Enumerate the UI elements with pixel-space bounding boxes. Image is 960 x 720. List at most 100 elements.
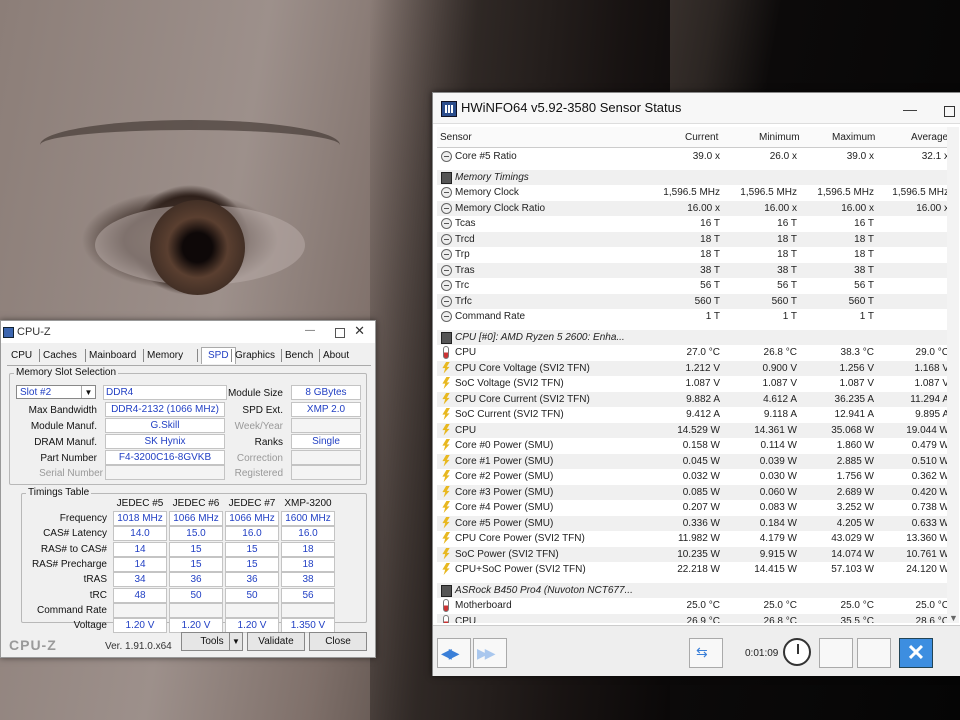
tab-bench[interactable]: Bench bbox=[285, 350, 313, 361]
serial-number bbox=[105, 465, 225, 480]
sensor-row[interactable]: Tcas 16 T 16 T 16 T bbox=[437, 216, 955, 231]
sensor-row[interactable]: Command Rate 1 T 1 T 1 T bbox=[437, 309, 955, 324]
tab-separator bbox=[319, 349, 320, 362]
sensor-label: CPU [#0]: AMD Ryzen 5 2600: Enha... bbox=[455, 331, 625, 343]
clock-icon bbox=[441, 202, 452, 214]
maximum-value: 36.235 A bbox=[834, 393, 874, 405]
sensor-label: Command Rate bbox=[455, 311, 526, 322]
maximum-value: 1,596.5 MHz bbox=[817, 187, 874, 198]
close-button[interactable]: Close bbox=[309, 632, 367, 651]
bolt-icon bbox=[442, 408, 450, 420]
sensor-row[interactable]: CPU Core Voltage (SVI2 TFN) 1.212 V 0.900 … bbox=[437, 360, 955, 376]
nav-left-button[interactable]: ◀▶ bbox=[437, 638, 471, 668]
chevron-down-icon: ▼ bbox=[81, 386, 95, 398]
sensor-row[interactable]: Core #2 Power (SMU) 0.032 W 0.030 W 1.756 W… bbox=[437, 469, 955, 484]
slot-select[interactable]: Slot #2 ▼ bbox=[16, 385, 96, 399]
tab-memory[interactable]: Memory bbox=[147, 350, 183, 361]
minimize-button[interactable]: — bbox=[305, 325, 315, 336]
sensor-row[interactable]: Motherboard 25.0 °C 25.0 °C 25.0 °C 25.0 °C bbox=[437, 598, 955, 613]
sensor-row[interactable]: CPU 26.9 °C 26.8 °C 35.5 °C 28.6 °C bbox=[437, 613, 955, 623]
sensor-row[interactable]: Memory Clock 1,596.5 MHz 1,596.5 MHz 1,596.… bbox=[437, 185, 955, 200]
nav-right-button[interactable]: ▶▶ bbox=[473, 638, 507, 668]
sensor-row[interactable]: CPU 14.529 W 14.361 W 35.068 W 19.044 W bbox=[437, 422, 955, 438]
timing-cell: 15 bbox=[225, 541, 279, 557]
close-button[interactable]: ✕ bbox=[899, 638, 933, 668]
sensor-row[interactable]: SoC Power (SVI2 TFN) 10.235 W 9.915 W 14.07… bbox=[437, 546, 955, 562]
sensor-group-row[interactable]: CPU [#0]: AMD Ryzen 5 2600: Enha... bbox=[437, 329, 955, 345]
maximum-value: 38 T bbox=[854, 264, 874, 276]
clock-icon bbox=[441, 311, 452, 322]
sensor-row[interactable]: CPU Core Current (SVI2 TFN) 9.882 A 4.612 … bbox=[437, 391, 955, 407]
tab-caches[interactable]: Caches bbox=[43, 350, 77, 361]
clock-icon bbox=[441, 233, 452, 245]
maximum-value: 18 T bbox=[854, 233, 874, 245]
tools-button[interactable]: Tools ▼ bbox=[181, 632, 243, 651]
average-value: 0.420 W bbox=[911, 486, 949, 498]
tab-separator bbox=[231, 349, 232, 362]
log-button[interactable] bbox=[819, 638, 853, 668]
col-minimum[interactable]: Minimum bbox=[759, 132, 800, 143]
tab-cpu[interactable]: CPU bbox=[11, 350, 32, 361]
sensor-scrollbar[interactable]: ▼ bbox=[947, 127, 959, 623]
average-value: 0.510 W bbox=[911, 455, 949, 467]
sensor-row[interactable]: Trcd 18 T 18 T 18 T bbox=[437, 231, 955, 247]
sensor-row[interactable]: Tras 38 T 38 T 38 T bbox=[437, 262, 955, 278]
validate-button[interactable]: Validate bbox=[247, 632, 305, 651]
reset-button[interactable] bbox=[857, 638, 891, 668]
scroll-down-icon[interactable]: ▼ bbox=[949, 613, 958, 623]
hwinfo-window: HWiNFO64 v5.92-3580 Sensor Status — Sens… bbox=[432, 92, 960, 676]
sensor-row[interactable]: Core #5 Ratio 39.0 x 26.0 x 39.0 x 32.1 x bbox=[437, 149, 955, 164]
col-current[interactable]: Current bbox=[685, 132, 718, 143]
col-maximum[interactable]: Maximum bbox=[832, 132, 875, 143]
timing-cell bbox=[169, 602, 223, 618]
minimum-value: 16.00 x bbox=[764, 202, 797, 214]
chip-icon bbox=[441, 171, 452, 184]
cpuz-titlebar[interactable]: CPU-Z — ✕ bbox=[1, 321, 375, 343]
sensor-row[interactable]: Trc 56 T 56 T 56 T bbox=[437, 278, 955, 293]
sensor-label: Core #4 Power (SMU) bbox=[455, 502, 554, 513]
sensor-row[interactable]: SoC Voltage (SVI2 TFN) 1.087 V 1.087 V 1.08… bbox=[437, 376, 955, 391]
tab-graphics[interactable]: Graphics bbox=[235, 350, 275, 361]
sensor-row[interactable]: Core #3 Power (SMU) 0.085 W 0.060 W 2.689 W… bbox=[437, 484, 955, 500]
sensor-row[interactable]: Trp 18 T 18 T 18 T bbox=[437, 247, 955, 262]
minimize-button[interactable]: — bbox=[903, 101, 917, 117]
average-value: 24.120 W bbox=[906, 564, 949, 575]
clock-reset-button[interactable] bbox=[783, 638, 811, 666]
sensor-row[interactable]: CPU Core Power (SVI2 TFN) 11.982 W 4.179 W… bbox=[437, 531, 955, 546]
tab-about[interactable]: About bbox=[323, 350, 349, 361]
sensor-row[interactable]: Core #4 Power (SMU) 0.207 W 0.083 W 3.252 W… bbox=[437, 500, 955, 515]
current-value: 10.235 W bbox=[677, 548, 720, 560]
sensor-label: CPU bbox=[455, 424, 477, 436]
current-value: 1,596.5 MHz bbox=[663, 187, 720, 198]
sensor-row[interactable]: Memory Clock Ratio 16.00 x 16.00 x 16.00 x 1… bbox=[437, 200, 955, 216]
minimum-value: 0.900 V bbox=[762, 362, 797, 374]
network-button[interactable]: ⇆ bbox=[689, 638, 723, 668]
module-manuf-label: Module Manuf. bbox=[30, 421, 97, 432]
col-sensor[interactable]: Sensor bbox=[440, 132, 472, 143]
tab-mainboard[interactable]: Mainboard bbox=[89, 350, 136, 361]
maximum-value: 1.756 W bbox=[836, 471, 874, 482]
sensor-row[interactable]: CPU 27.0 °C 26.8 °C 38.3 °C 29.0 °C bbox=[437, 345, 955, 360]
sensor-row[interactable]: SoC Current (SVI2 TFN) 9.412 A 9.118 A 12.9… bbox=[437, 407, 955, 422]
sensor-label: Motherboard bbox=[455, 600, 512, 611]
correction bbox=[291, 450, 361, 465]
sensor-row[interactable]: Core #1 Power (SMU) 0.045 W 0.039 W 2.885 W… bbox=[437, 453, 955, 469]
spd-ext: XMP 2.0 bbox=[291, 402, 361, 417]
maximize-button[interactable] bbox=[335, 328, 345, 338]
sensor-row[interactable]: CPU+SoC Power (SVI2 TFN) 22.218 W 14.415 W… bbox=[437, 562, 955, 577]
maximum-value: 2.885 W bbox=[836, 455, 874, 467]
sensor-group-row[interactable]: ASRock B450 Pro4 (Nuvoton NCT677... bbox=[437, 582, 955, 598]
close-icon[interactable]: ✕ bbox=[354, 323, 365, 339]
bolt-icon bbox=[442, 485, 450, 498]
col-average[interactable]: Average bbox=[911, 132, 948, 143]
maximize-button[interactable] bbox=[944, 106, 955, 117]
sensor-row[interactable]: Core #5 Power (SMU) 0.336 W 0.184 W 4.205 W… bbox=[437, 515, 955, 531]
sensor-row[interactable]: Core #0 Power (SMU) 0.158 W 0.114 W 1.860 W… bbox=[437, 438, 955, 453]
bolt-icon bbox=[442, 423, 450, 436]
bolt-icon bbox=[442, 470, 450, 482]
minimum-value: 38 T bbox=[777, 264, 797, 276]
hwinfo-titlebar[interactable]: HWiNFO64 v5.92-3580 Sensor Status — bbox=[433, 93, 960, 124]
sensor-row[interactable]: Trfc 560 T 560 T 560 T bbox=[437, 293, 955, 309]
average-value: 0.633 W bbox=[911, 517, 949, 529]
sensor-group-row[interactable]: Memory Timings bbox=[437, 169, 955, 185]
